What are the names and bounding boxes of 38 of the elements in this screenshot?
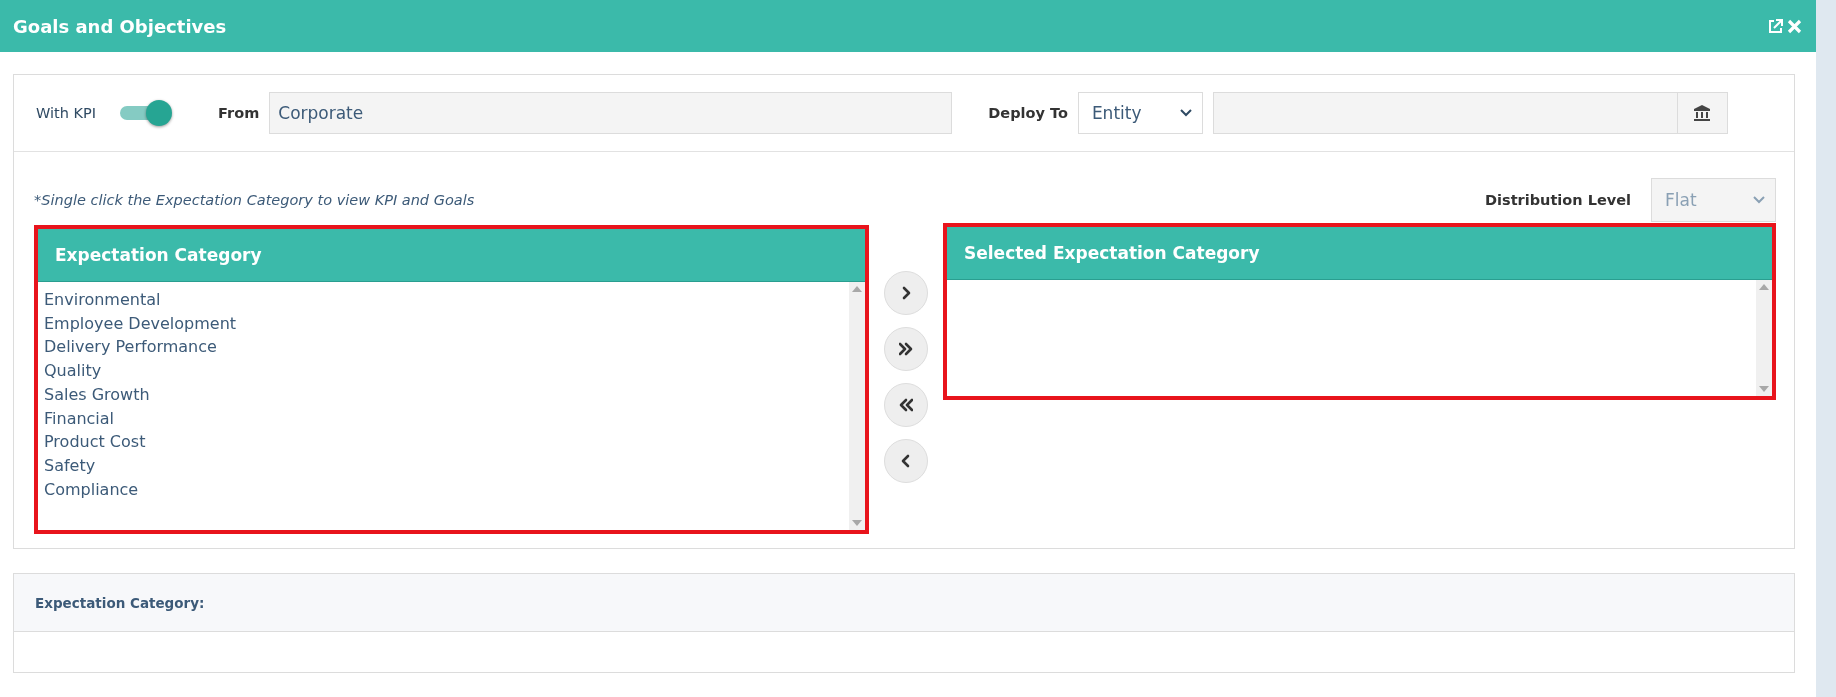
toggle-label: With KPI [36,105,97,121]
scroll-down-icon[interactable] [852,520,862,526]
hint-text: *Single click the Expectation Category to view KPI and Goals [34,192,475,208]
panel-header: Selected Expectation Category [947,227,1772,280]
move-all-left-button[interactable] [884,383,928,427]
field-label: Deploy To [988,105,1068,121]
double-chevron-left-icon [899,398,913,412]
scrollbar[interactable] [1756,280,1772,396]
category-item[interactable]: Delivery Performance [44,335,843,360]
chevron-down-icon [1753,196,1765,204]
entity-field[interactable] [1212,92,1728,134]
deploy-to-select[interactable]: Entity [1077,92,1203,134]
close-icon[interactable] [1787,18,1802,34]
move-left-button[interactable] [884,439,928,483]
chevron-down-icon [1179,109,1192,117]
scroll-up-icon[interactable] [1759,284,1769,290]
scrollbar[interactable] [849,282,865,530]
category-item[interactable]: Safety [44,453,843,478]
category-item[interactable]: Quality [44,359,843,383]
window-title: Goals and Objectives [13,15,227,37]
category-item[interactable]: Financial [44,406,843,431]
external-link-icon[interactable] [1768,18,1783,34]
bank-icon [1693,104,1712,122]
panel-title: Expectation Category: [35,594,205,611]
category-item[interactable]: Product Cost [44,430,843,454]
category-item[interactable]: Compliance [44,477,843,502]
category-item[interactable]: Employee Development [44,311,843,336]
scroll-down-icon[interactable] [1759,386,1769,392]
category-item[interactable]: Environmental [44,288,843,312]
from-field[interactable]: Corporate [269,92,953,134]
field-label: From [218,105,260,121]
field-label: Distribution Level [1485,192,1631,208]
panel-header: Expectation Category [38,229,865,282]
double-chevron-right-icon [899,342,913,356]
move-all-right-button[interactable] [884,327,928,371]
category-item[interactable]: Sales Growth [44,382,843,407]
move-right-button[interactable] [884,271,928,315]
scroll-up-icon[interactable] [852,286,862,292]
